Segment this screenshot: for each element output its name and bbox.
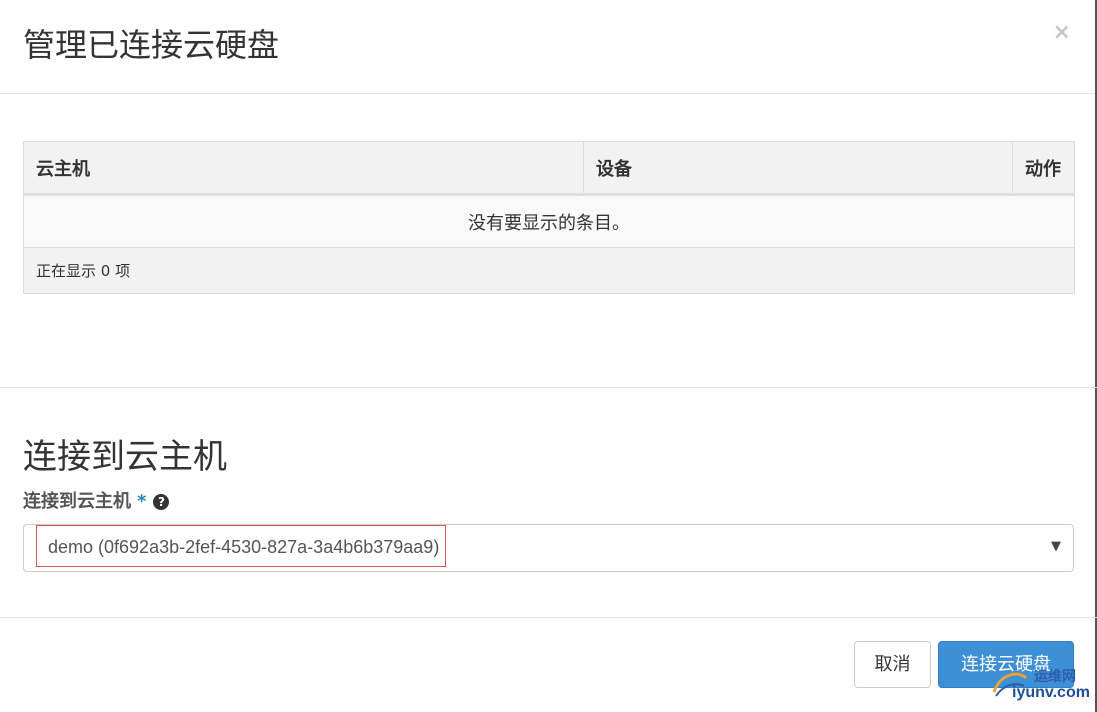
instance-select[interactable]: demo (0f692a3b-2fef-4530-827a-3a4b6b379a… [23,524,1074,572]
table-header-row: 云主机 设备 动作 [23,141,1075,196]
watermark-text-url: iyunv.com [1012,684,1090,701]
attachments-table: 云主机 设备 动作 没有要显示的条目。 正在显示 0 项 [23,141,1075,294]
column-header-device[interactable]: 设备 [583,141,1013,196]
column-header-instance[interactable]: 云主机 [23,141,584,196]
watermark-logo: 运维网 iyunv.com [990,664,1090,708]
table-empty-row: 没有要显示的条目。 [23,194,1075,248]
instance-field-label: 连接到云主机 * ? [23,489,170,515]
help-icon[interactable]: ? [153,494,170,510]
column-header-actions: 动作 [1012,141,1075,196]
table-footer-row: 正在显示 0 项 [23,247,1075,294]
item-count: 正在显示 0 项 [23,247,1075,294]
cancel-button[interactable]: 取消 [854,641,931,688]
instance-field-label-text: 连接到云主机 [23,491,131,512]
section-divider [0,387,1097,388]
footer-divider [0,617,1097,618]
empty-message: 没有要显示的条目。 [23,194,1075,248]
chevron-down-icon: ▼ [1051,539,1061,554]
modal-header: 管理已连接云硬盘 × [0,0,1095,94]
modal-title: 管理已连接云硬盘 [23,26,280,64]
instance-select-value: demo (0f692a3b-2fef-4530-827a-3a4b6b379a… [36,525,447,567]
attach-volume-modal: 管理已连接云硬盘 × 云主机 设备 动作 没有要显示的条目。 正在显示 0 项 [0,0,1097,712]
attach-section-title: 连接到云主机 [23,437,227,477]
close-icon[interactable]: × [1053,20,1071,46]
required-indicator: * [137,491,147,512]
watermark-text-cn: 运维网 [1034,669,1076,685]
